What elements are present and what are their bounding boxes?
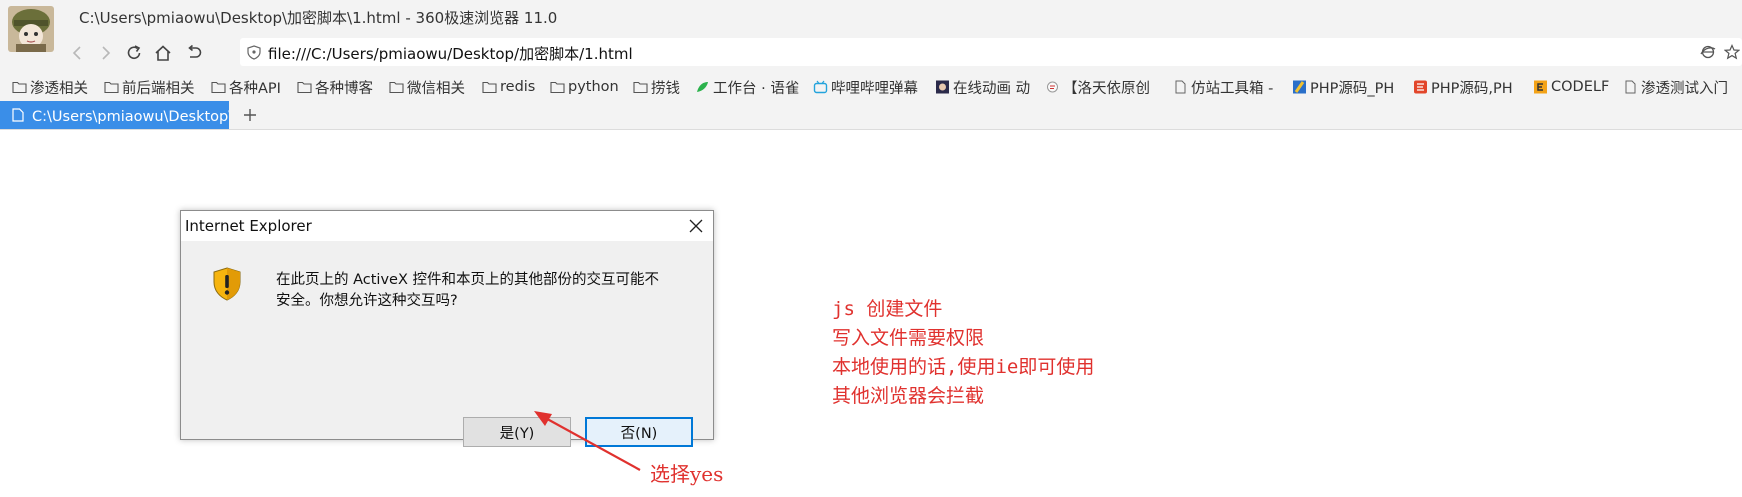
php-red-icon bbox=[1414, 80, 1427, 94]
page-icon bbox=[1175, 80, 1186, 94]
no-button[interactable]: 否(N) bbox=[585, 417, 693, 447]
warning-shield-icon bbox=[213, 267, 241, 301]
bookmark-item[interactable]: 在线动画 动 bbox=[935, 77, 1030, 97]
dialog-message-line: 安全。你想允许这种交互吗? bbox=[276, 293, 458, 309]
window-title: C:\Users\pmiaowu\Desktop\加密脚本\1.html - 3… bbox=[79, 9, 558, 27]
dialog-message-line: 在此页上的 ActiveX 控件和本页上的其他部份的交互可能不 bbox=[276, 272, 660, 288]
bookmark-item[interactable]: CODELF bbox=[1533, 77, 1609, 97]
folder-icon bbox=[297, 81, 312, 94]
annotation-line: 其他浏览器会拦截 bbox=[832, 385, 985, 407]
bookmark-label: redis bbox=[500, 79, 536, 95]
bookmark-label: 各种API bbox=[229, 80, 281, 97]
close-icon[interactable] bbox=[687, 217, 705, 235]
star-icon[interactable] bbox=[1724, 44, 1740, 60]
window-titlebar: C:\Users\pmiaowu\Desktop\加密脚本\1.html - 3… bbox=[0, 0, 1742, 35]
bookmark-item[interactable]: 捞钱 bbox=[633, 77, 680, 97]
bookmark-item[interactable]: 微信相关 bbox=[389, 77, 465, 97]
folder-icon bbox=[211, 81, 226, 94]
folder-icon bbox=[104, 81, 119, 94]
bookmarks-bar: 渗透相关 前后端相关 各种API 各种博客 微信相关 redis python … bbox=[0, 71, 1742, 101]
bookmark-label: 前后端相关 bbox=[122, 80, 195, 97]
annotation-line: 本地使用的话,使用ie即可使用 bbox=[832, 356, 1095, 378]
folder-icon bbox=[633, 81, 648, 94]
arrow-right-icon bbox=[102, 46, 111, 60]
page-icon bbox=[1625, 80, 1636, 94]
tab-active[interactable]: C:\Users\pmiaowu\Desktop\加密脚本\1.html bbox=[0, 101, 229, 129]
bookmark-item[interactable]: 哔哩哔哩弹幕 bbox=[813, 77, 918, 97]
bookmark-label: 工作台 · 语雀 bbox=[713, 80, 800, 97]
activex-dialog: Internet Explorer 在此页上的 ActiveX 控件和本页上的其… bbox=[180, 210, 714, 447]
bookmark-label: CODELF bbox=[1551, 79, 1610, 95]
annotation-line: 写入文件需要权限 bbox=[832, 327, 985, 349]
bookmark-label: 渗透相关 bbox=[30, 80, 88, 97]
arrow-left-icon bbox=[72, 46, 81, 60]
bookmark-label: PHP源码,PH bbox=[1431, 80, 1513, 97]
folder-icon bbox=[482, 81, 497, 94]
user-avatar[interactable] bbox=[8, 6, 54, 52]
bookmark-item[interactable]: 渗透相关 bbox=[12, 77, 88, 97]
bookmark-label: 仿站工具箱 - bbox=[1191, 80, 1274, 97]
bookmark-item[interactable]: 前后端相关 bbox=[104, 77, 195, 97]
undo-close-tab-button[interactable] bbox=[182, 41, 206, 65]
bookmark-item[interactable]: python bbox=[550, 77, 619, 97]
reload-icon bbox=[127, 45, 141, 59]
plus-icon bbox=[244, 109, 256, 121]
tab-label: C:\Users\pmiaowu\Desktop\加密脚本\1.html bbox=[32, 108, 229, 125]
php-icon bbox=[1293, 80, 1306, 94]
bilibili-icon bbox=[813, 80, 828, 94]
bookmark-label: 渗透测试入门 bbox=[1641, 80, 1728, 97]
bookmark-label: 各种博客 bbox=[315, 80, 373, 97]
forward-button[interactable] bbox=[93, 41, 117, 65]
bookmark-label: 捞钱 bbox=[651, 80, 680, 97]
folder-icon bbox=[12, 81, 27, 94]
page-icon bbox=[12, 108, 24, 122]
home-icon bbox=[155, 45, 171, 61]
new-tab-button[interactable] bbox=[238, 103, 262, 127]
home-button[interactable] bbox=[151, 41, 175, 65]
bookmark-item[interactable]: 仿站工具箱 - bbox=[1173, 77, 1273, 97]
bookmark-label: 微信相关 bbox=[407, 80, 465, 97]
reload-button[interactable] bbox=[122, 41, 146, 65]
folder-icon bbox=[550, 81, 565, 94]
dialog-message: 在此页上的 ActiveX 控件和本页上的其他部份的交互可能不 安全。你想允许这… bbox=[276, 270, 696, 312]
bookmark-item[interactable]: PHP源码_PH bbox=[1292, 77, 1394, 97]
codelf-icon bbox=[1534, 80, 1547, 94]
navigation-bar: file:///C:/Users/pmiaowu/Desktop/加密脚本/1.… bbox=[0, 35, 1742, 71]
doc-icon bbox=[1047, 81, 1058, 93]
bookmark-item[interactable]: 【洛天依原创 bbox=[1045, 77, 1150, 97]
dialog-body: 在此页上的 ActiveX 控件和本页上的其他部份的交互可能不 安全。你想允许这… bbox=[181, 241, 713, 447]
annotation-arrow-label: 选择yes bbox=[650, 462, 724, 486]
address-url[interactable]: file:///C:/Users/pmiaowu/Desktop/加密脚本/1.… bbox=[268, 43, 633, 64]
bookmark-label: PHP源码_PH bbox=[1310, 80, 1395, 97]
tab-strip: C:\Users\pmiaowu\Desktop\加密脚本\1.html bbox=[0, 101, 1742, 130]
compatibility-mode-icon[interactable] bbox=[1700, 44, 1716, 60]
bookmark-item[interactable]: 工作台 · 语雀 bbox=[695, 77, 799, 97]
bookmark-label: 【洛天依原创 bbox=[1063, 80, 1150, 97]
bookmark-item[interactable]: 渗透测试入门 bbox=[1623, 77, 1728, 97]
bookmark-item[interactable]: redis bbox=[482, 77, 535, 97]
folder-icon bbox=[389, 81, 404, 94]
dialog-title: Internet Explorer bbox=[185, 217, 312, 235]
anime-icon bbox=[936, 80, 949, 94]
bookmark-label: 哔哩哔哩弹幕 bbox=[831, 80, 918, 97]
yes-button[interactable]: 是(Y) bbox=[463, 417, 571, 447]
bookmark-item[interactable]: 各种API bbox=[211, 77, 281, 97]
back-button[interactable] bbox=[66, 41, 90, 65]
bookmark-label: python bbox=[568, 79, 619, 95]
undo-icon bbox=[188, 44, 202, 58]
dialog-titlebar: Internet Explorer bbox=[181, 211, 713, 241]
annotation-line: js 创建文件 bbox=[832, 298, 943, 320]
bookmark-item[interactable]: 各种博客 bbox=[297, 77, 373, 97]
bookmark-label: 在线动画 动 bbox=[953, 80, 1031, 97]
shield-icon bbox=[247, 45, 261, 60]
yuque-icon bbox=[697, 82, 708, 92]
annotation-notes: js 创建文件 写入文件需要权限 本地使用的话,使用ie即可使用 其他浏览器会拦… bbox=[832, 295, 1094, 411]
address-bar[interactable]: file:///C:/Users/pmiaowu/Desktop/加密脚本/1.… bbox=[240, 38, 1742, 66]
bookmark-item[interactable]: PHP源码,PH bbox=[1413, 77, 1513, 97]
